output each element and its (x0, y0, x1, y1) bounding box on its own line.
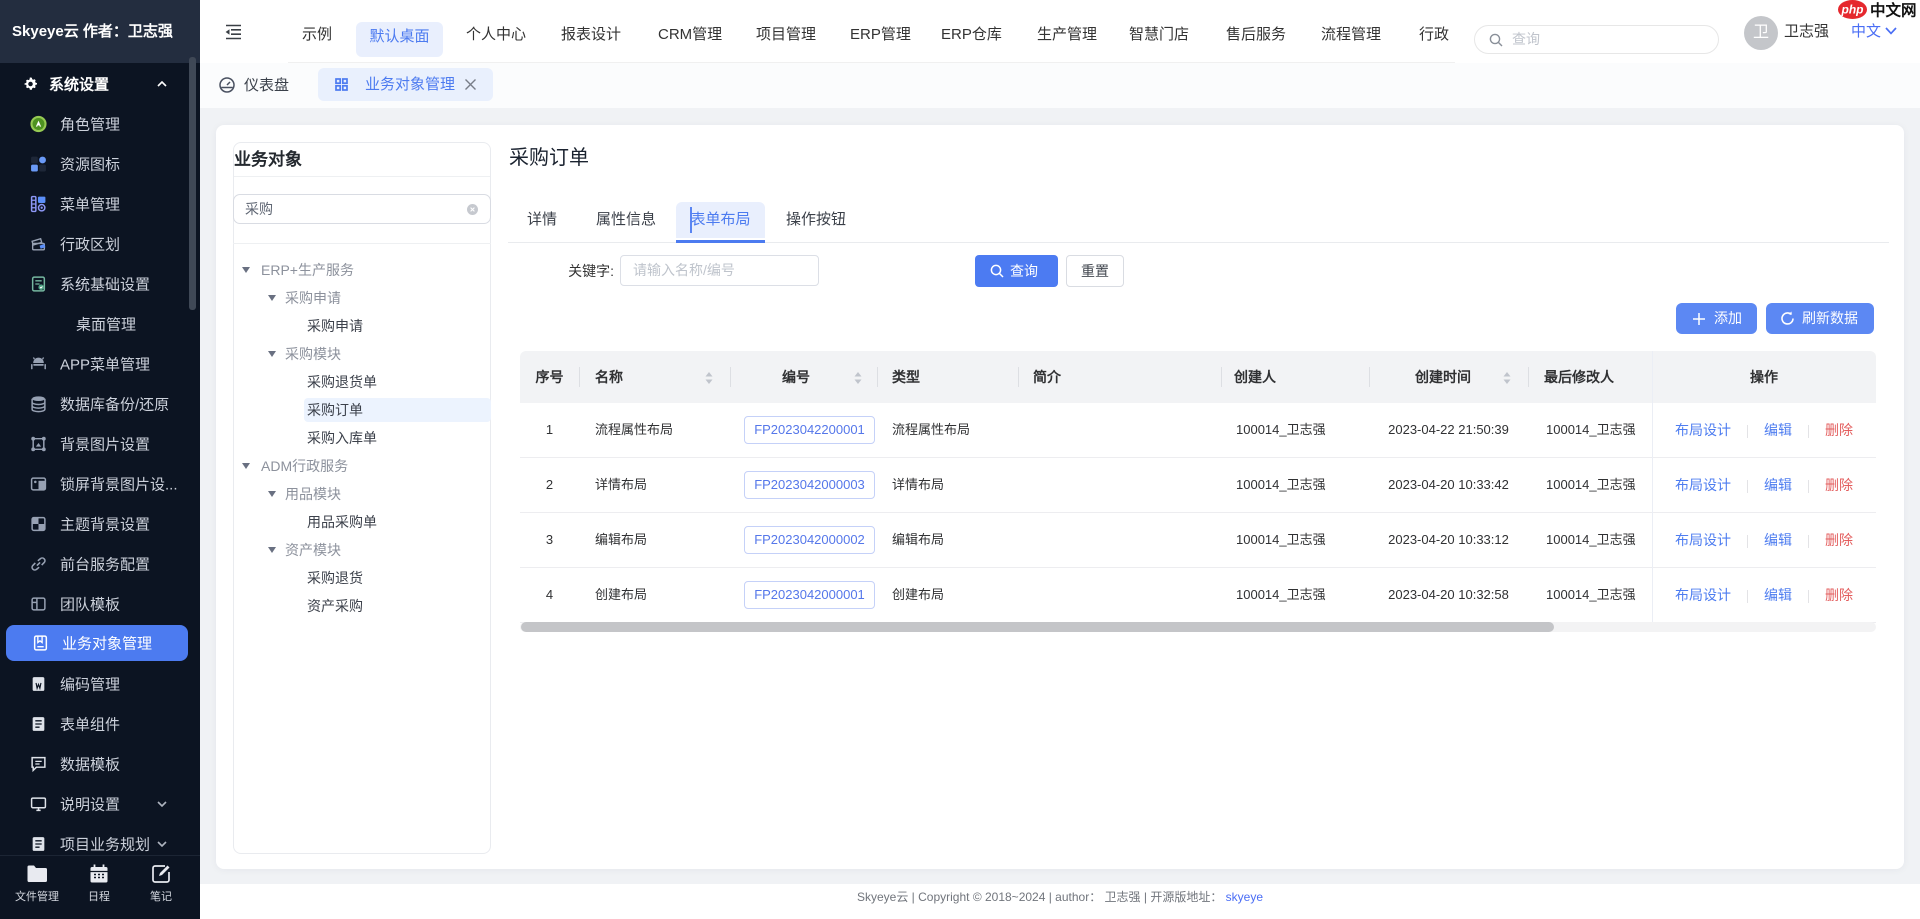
svg-text:php: php (1841, 3, 1864, 17)
svg-text:中文网: 中文网 (1870, 1, 1917, 20)
